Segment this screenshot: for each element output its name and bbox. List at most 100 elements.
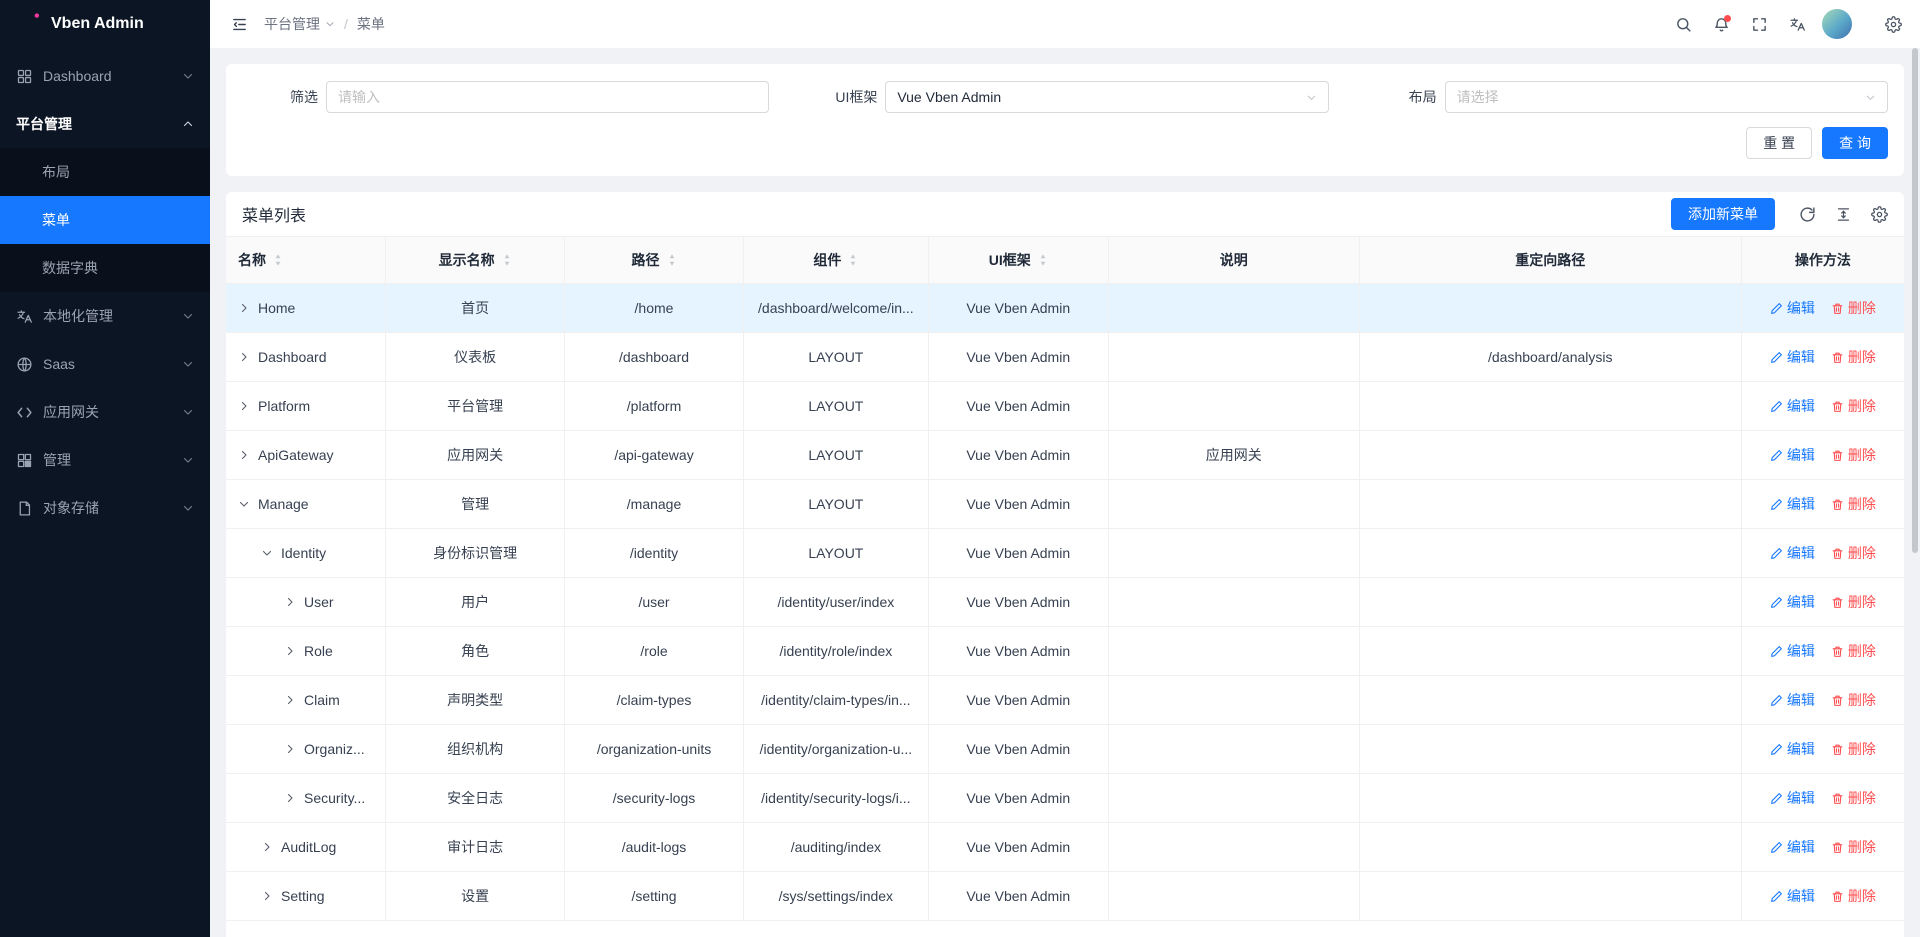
sidebar-collapse-button[interactable] <box>222 0 256 48</box>
row-height-icon[interactable] <box>1835 206 1852 223</box>
avatar[interactable] <box>1822 9 1852 39</box>
column-header-redirect: 重定向路径 <box>1359 237 1741 284</box>
table-row[interactable]: ApiGateway 应用网关 /api-gateway LAYOUT Vue … <box>226 431 1904 480</box>
query-button[interactable]: 查 询 <box>1822 127 1888 159</box>
expand-row-icon[interactable] <box>238 400 250 412</box>
table-row[interactable]: Setting 设置 /setting /sys/settings/index … <box>226 872 1904 921</box>
edit-button[interactable]: 编辑 <box>1770 396 1815 416</box>
collapse-row-icon[interactable] <box>261 547 273 559</box>
collapse-row-icon[interactable] <box>238 498 250 510</box>
table-row[interactable]: Role 角色 /role /identity/role/index Vue V… <box>226 627 1904 676</box>
layout-label: 布局 <box>1361 87 1437 107</box>
edit-button[interactable]: 编辑 <box>1770 592 1815 612</box>
edit-button[interactable]: 编辑 <box>1770 788 1815 808</box>
table-row[interactable]: Dashboard 仪表板 /dashboard LAYOUT Vue Vben… <box>226 333 1904 382</box>
sidebar-item-menu[interactable]: 菜单 <box>0 196 210 244</box>
sidebar-submenu-platform: 布局 菜单 数据字典 <box>0 148 210 292</box>
sidebar-item-platform-management[interactable]: 平台管理 <box>0 100 210 148</box>
edit-button[interactable]: 编辑 <box>1770 690 1815 710</box>
sidebar-item-object-storage[interactable]: 对象存储 <box>0 484 210 532</box>
pencil-icon <box>1770 792 1783 805</box>
edit-button[interactable]: 编辑 <box>1770 543 1815 563</box>
fullscreen-button[interactable] <box>1740 0 1778 48</box>
table-row[interactable]: Identity 身份标识管理 /identity LAYOUT Vue Vbe… <box>226 529 1904 578</box>
table-row[interactable]: Home 首页 /home /dashboard/welcome/in... V… <box>226 284 1904 333</box>
sidebar-item-saas[interactable]: Saas <box>0 340 210 388</box>
edit-button[interactable]: 编辑 <box>1770 347 1815 367</box>
delete-button[interactable]: 删除 <box>1831 347 1876 367</box>
layout-select[interactable]: 请选择 <box>1445 81 1888 113</box>
framework-select[interactable]: Vue Vben Admin <box>885 81 1328 113</box>
chevron-down-icon <box>182 358 194 370</box>
expand-row-icon[interactable] <box>284 743 296 755</box>
sidebar-item-data-dictionary[interactable]: 数据字典 <box>0 244 210 292</box>
sidebar-item-manage[interactable]: 管理 <box>0 436 210 484</box>
sidebar-item-localization[interactable]: 本地化管理 <box>0 292 210 340</box>
add-menu-button[interactable]: 添加新菜单 <box>1671 198 1775 230</box>
expand-row-icon[interactable] <box>261 841 273 853</box>
delete-button[interactable]: 删除 <box>1831 788 1876 808</box>
breadcrumb: 平台管理 / 菜单 <box>264 14 385 34</box>
table-row[interactable]: User 用户 /user /identity/user/index Vue V… <box>226 578 1904 627</box>
search-button[interactable] <box>1664 0 1702 48</box>
chevron-down-icon <box>182 310 194 322</box>
column-header-ui-framework[interactable]: UI框架 <box>928 237 1108 284</box>
app-logo[interactable]: Vben Admin <box>0 0 210 48</box>
expand-row-icon[interactable] <box>238 351 250 363</box>
expand-row-icon[interactable] <box>261 890 273 902</box>
sidebar-item-layout[interactable]: 布局 <box>0 148 210 196</box>
sidebar-item-api-gateway[interactable]: 应用网关 <box>0 388 210 436</box>
filter-fields-row: 筛选 UI框架 Vue Vben Admin 布局 请选择 <box>242 81 1888 113</box>
expand-row-icon[interactable] <box>284 792 296 804</box>
delete-button[interactable]: 删除 <box>1831 396 1876 416</box>
expand-row-icon[interactable] <box>284 694 296 706</box>
edit-button[interactable]: 编辑 <box>1770 445 1815 465</box>
table-row[interactable]: Platform 平台管理 /platform LAYOUT Vue Vben … <box>226 382 1904 431</box>
trash-icon <box>1831 743 1844 756</box>
delete-button[interactable]: 删除 <box>1831 494 1876 514</box>
filter-input[interactable] <box>326 81 769 113</box>
delete-button[interactable]: 删除 <box>1831 592 1876 612</box>
notifications-button[interactable] <box>1702 0 1740 48</box>
edit-button[interactable]: 编辑 <box>1770 494 1815 514</box>
table-row[interactable]: Organiz... 组织机构 /organization-units /ide… <box>226 725 1904 774</box>
column-settings-gear-icon[interactable] <box>1871 206 1888 223</box>
column-header-display-name[interactable]: 显示名称 <box>386 237 565 284</box>
edit-button[interactable]: 编辑 <box>1770 886 1815 906</box>
table-row[interactable]: Claim 声明类型 /claim-types /identity/claim-… <box>226 676 1904 725</box>
expand-row-icon[interactable] <box>284 596 296 608</box>
column-header-name[interactable]: 名称 <box>226 237 386 284</box>
expand-row-icon[interactable] <box>238 449 250 461</box>
edit-button[interactable]: 编辑 <box>1770 739 1815 759</box>
delete-button[interactable]: 删除 <box>1831 837 1876 857</box>
delete-button[interactable]: 删除 <box>1831 739 1876 759</box>
theme-settings-button[interactable] <box>1874 0 1912 48</box>
expand-row-icon[interactable] <box>284 645 296 657</box>
table-row[interactable]: Security... 安全日志 /security-logs /identit… <box>226 774 1904 823</box>
edit-button[interactable]: 编辑 <box>1770 298 1815 318</box>
refresh-icon[interactable] <box>1799 206 1816 223</box>
trash-icon <box>1831 890 1844 903</box>
reset-button[interactable]: 重 置 <box>1746 127 1812 159</box>
edit-button[interactable]: 编辑 <box>1770 837 1815 857</box>
delete-button[interactable]: 删除 <box>1831 641 1876 661</box>
table-row[interactable]: AuditLog 审计日志 /audit-logs /auditing/inde… <box>226 823 1904 872</box>
expand-row-icon[interactable] <box>238 302 250 314</box>
page-scrollbar[interactable] <box>1912 48 1918 553</box>
delete-button[interactable]: 删除 <box>1831 445 1876 465</box>
column-header-component[interactable]: 组件 <box>743 237 928 284</box>
breadcrumb-current[interactable]: 菜单 <box>357 14 385 34</box>
language-button[interactable] <box>1778 0 1816 48</box>
logo-icon <box>14 12 41 37</box>
column-header-path[interactable]: 路径 <box>565 237 744 284</box>
sidebar-item-dashboard[interactable]: Dashboard <box>0 52 210 100</box>
notification-dot <box>1724 15 1731 22</box>
menu-list-panel: 菜单列表 添加新菜单 名称 显示名称 路径 <box>226 192 1904 937</box>
table-row[interactable]: Manage 管理 /manage LAYOUT Vue Vben Admin … <box>226 480 1904 529</box>
delete-button[interactable]: 删除 <box>1831 543 1876 563</box>
delete-button[interactable]: 删除 <box>1831 886 1876 906</box>
edit-button[interactable]: 编辑 <box>1770 641 1815 661</box>
delete-button[interactable]: 删除 <box>1831 298 1876 318</box>
breadcrumb-parent[interactable]: 平台管理 <box>264 14 335 34</box>
delete-button[interactable]: 删除 <box>1831 690 1876 710</box>
